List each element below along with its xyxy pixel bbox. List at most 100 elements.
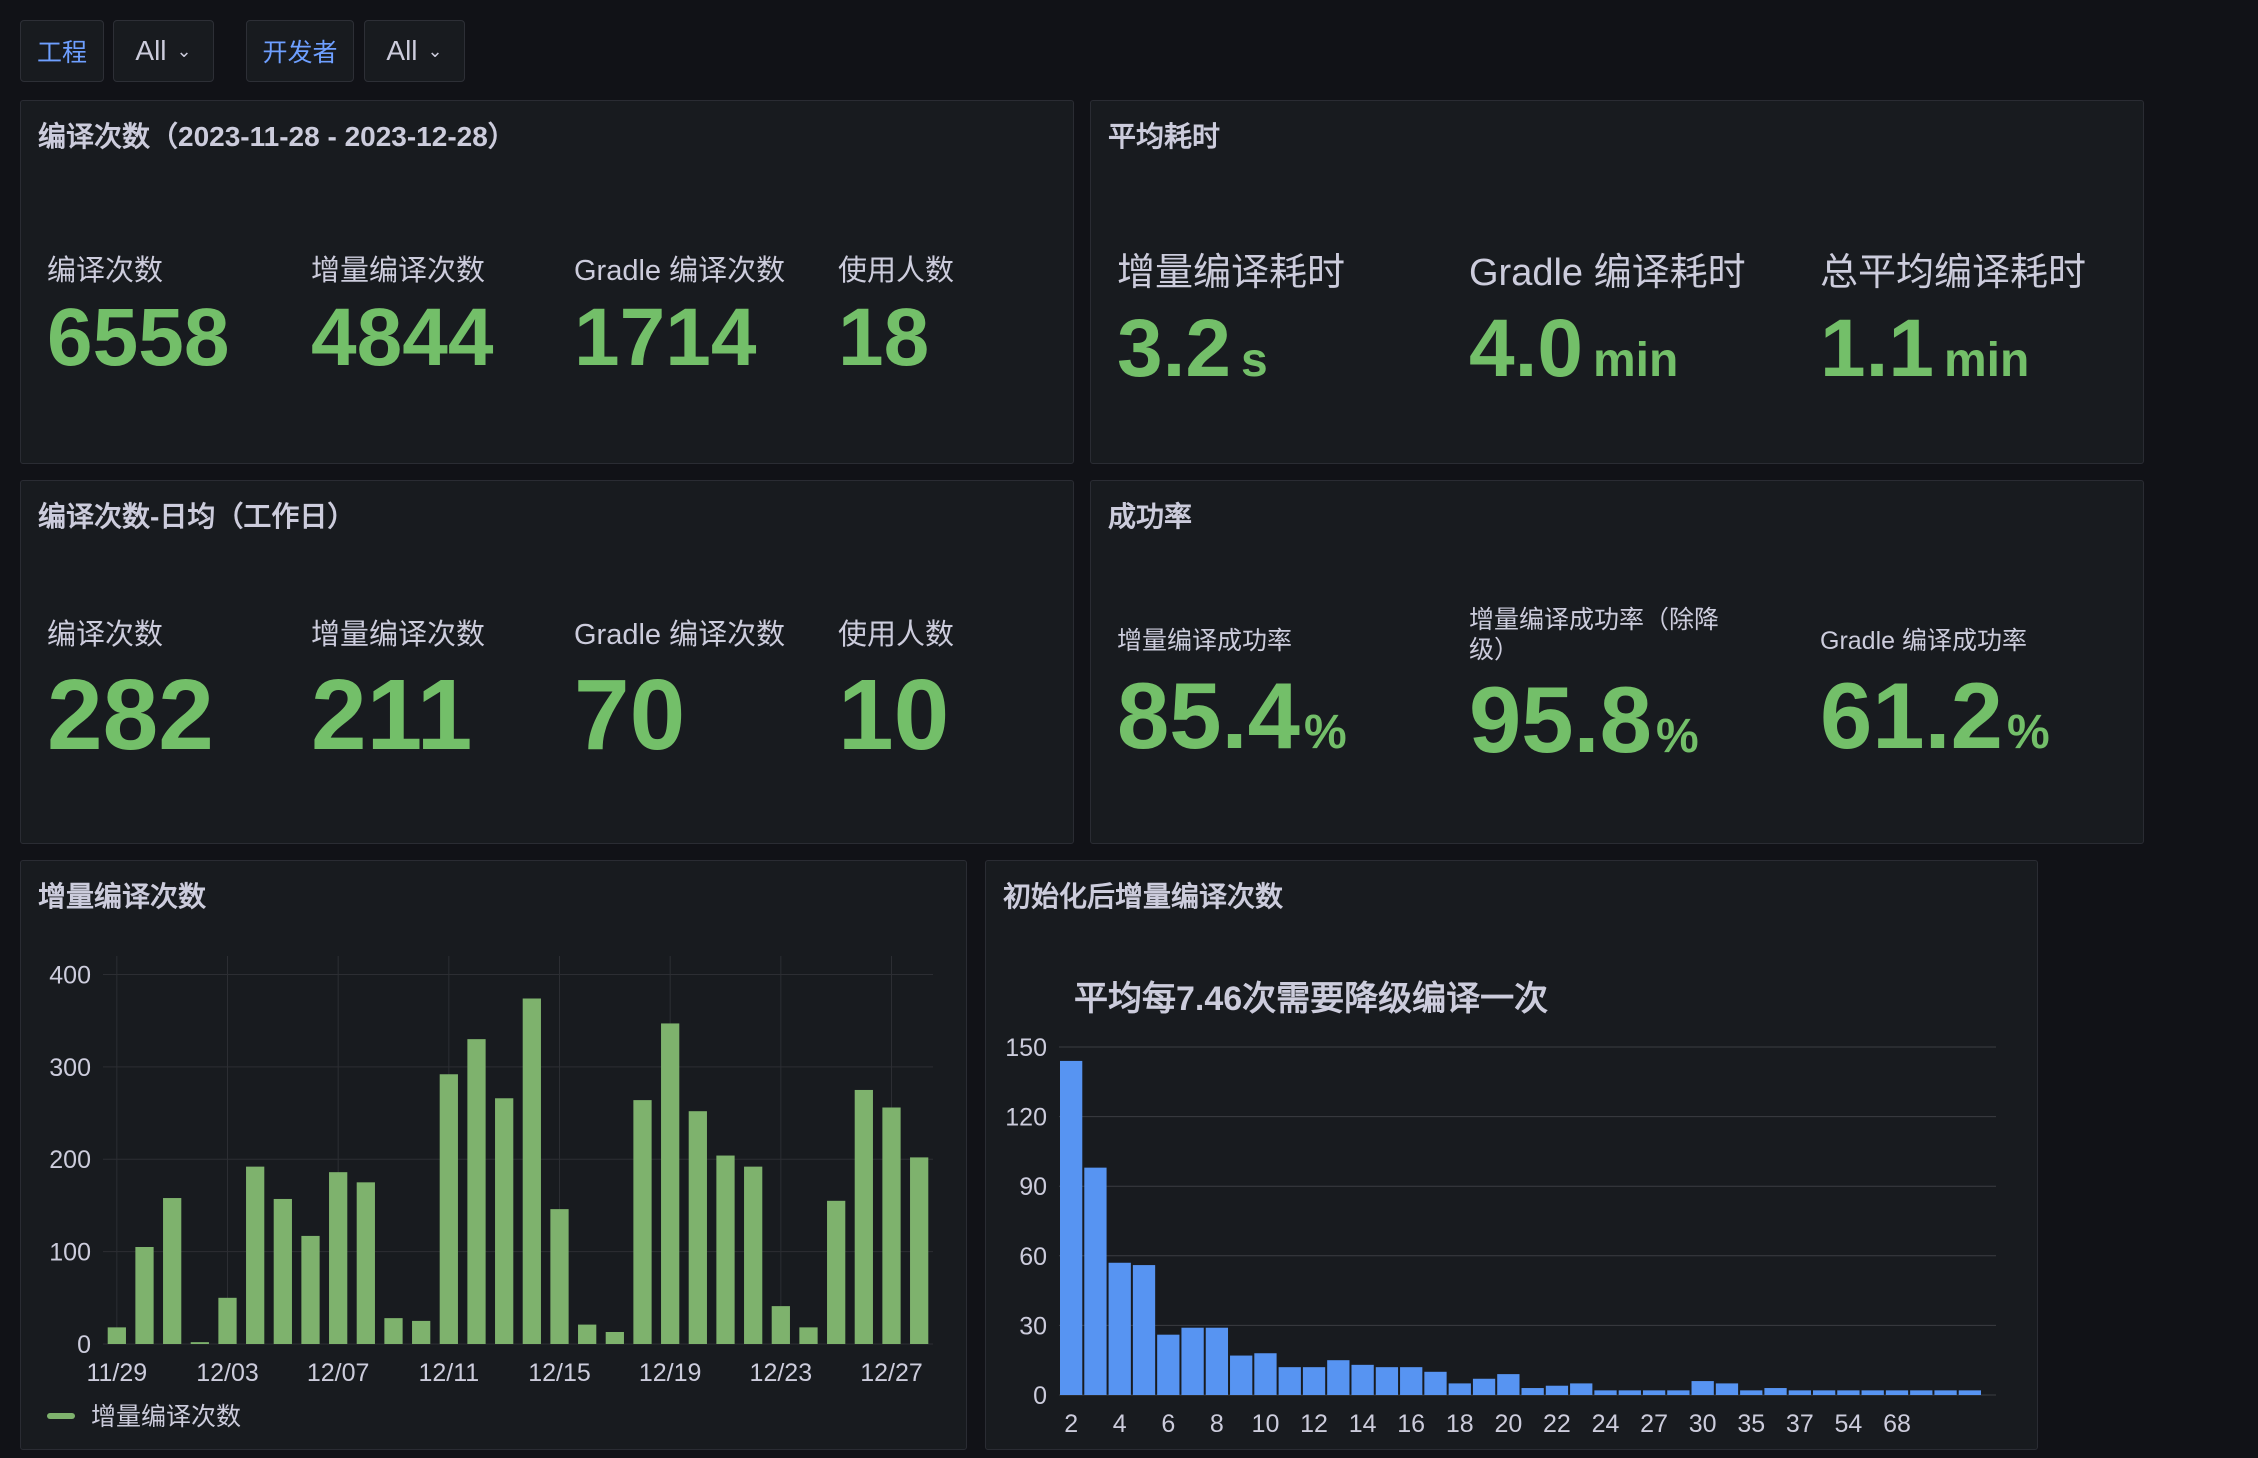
x-tick-label: 12/11 <box>418 1359 479 1387</box>
x-tick-label: 14 <box>1349 1410 1377 1438</box>
stat-label: 编译次数 <box>47 255 164 287</box>
build-count-panel[interactable]: 编译次数（2023-11-28 - 2023-12-28） 编译次数 6558 … <box>20 100 1074 464</box>
histogram-bar <box>1618 1390 1641 1395</box>
stat-value: 4.0 min <box>1469 303 1679 394</box>
histogram-bar <box>1497 1374 1520 1395</box>
x-tick-label: 4 <box>1113 1410 1127 1438</box>
histogram-bar <box>1812 1390 1836 1395</box>
stat-gradle-count: Gradle 编译次数 1714 <box>574 247 785 379</box>
stat-user-count: 使用人数 18 <box>838 247 954 379</box>
histogram-bar <box>1060 1060 1083 1395</box>
legend-label: 增量编译次数 <box>91 1403 241 1431</box>
bar <box>744 1166 763 1344</box>
histogram-bar <box>1448 1383 1471 1395</box>
histogram-bar <box>1934 1390 1957 1395</box>
legend-swatch <box>47 1413 75 1419</box>
stat-value: 4844 <box>311 292 494 383</box>
histogram-bar <box>1084 1167 1107 1395</box>
chevron-down-icon: ⌄ <box>176 40 192 61</box>
histogram-chart[interactable]: 平均每7.46次需要降级编译一次03060901201502 4 6 8 10 12 14 1… <box>986 861 2038 1450</box>
stat-value: 6558 <box>47 292 230 383</box>
histogram-bar <box>1424 1371 1447 1395</box>
project-select[interactable]: All ⌄ <box>113 20 214 82</box>
bar <box>218 1297 237 1344</box>
stat-label: 增量编译次数 <box>311 255 486 287</box>
x-tick-label: 12/27 <box>860 1359 923 1387</box>
stat-unit: % <box>1655 710 1699 763</box>
stat-value: 211 <box>311 659 473 771</box>
stat-daily-gradle-count: Gradle 编译次数 70 <box>574 611 785 765</box>
filter-label-developer: 开发者 <box>246 20 354 82</box>
stat-label: Gradle 编译次数 <box>574 619 786 651</box>
bar <box>550 1209 569 1344</box>
x-tick-label: 35 <box>1737 1410 1765 1438</box>
bar <box>495 1098 514 1344</box>
histogram-bar <box>1181 1327 1204 1395</box>
histogram-bar <box>1230 1355 1253 1395</box>
success-rate-panel[interactable]: 成功率 增量编译成功率 85.4% 增量编译成功率（除降级） 95.8% Gra… <box>1090 480 2144 844</box>
stat-unit: s <box>1241 334 1268 387</box>
bar <box>356 1182 375 1344</box>
histogram-bar <box>1375 1367 1399 1395</box>
histogram-bar <box>1837 1390 1860 1395</box>
x-tick-label: 30 <box>1689 1410 1717 1438</box>
avg-time-panel[interactable]: 平均耗时 增量编译耗时 3.2 s Gradle 编译耗时 4.0 min 总平均编… <box>1090 100 2144 464</box>
bar <box>827 1200 846 1344</box>
y-tick-label: 120 <box>1005 1104 1047 1132</box>
stat-value: 282 <box>47 659 214 771</box>
post-init-chart-panel[interactable]: 初始化后增量编译次数 平均每7.46次需要降级编译一次 0 30 60 90 120 150… <box>985 860 2038 1450</box>
histogram-bar <box>1642 1390 1666 1395</box>
stat-incremental-time: 增量编译耗时 3.2 s <box>1117 241 1345 390</box>
y-tick-label: 100 <box>49 1239 91 1267</box>
histogram-bar <box>1108 1262 1131 1395</box>
stat-label: Gradle 编译成功率 <box>1820 627 2027 655</box>
bar <box>163 1198 182 1344</box>
stat-label: Gradle 编译耗时 <box>1469 252 1746 294</box>
bar <box>771 1306 790 1344</box>
daily-avg-panel[interactable]: 编译次数-日均（工作日） 编译次数 282 增量编译次数 211 Gradle … <box>20 480 1074 844</box>
stat-label: 增量编译成功率（除降级） <box>1469 606 1720 664</box>
bar <box>439 1074 458 1344</box>
x-tick-label: 22 <box>1543 1410 1571 1438</box>
bar <box>412 1320 431 1344</box>
incremental-chart-panel[interactable]: 增量编译次数 0 100 200 300 400 11/29 12/03 12/07 12/11… <box>20 860 967 1450</box>
stat-daily-build-count: 编译次数 282 <box>47 611 214 765</box>
panel-title: 平均耗时 <box>1108 121 1221 152</box>
y-tick-label: 150 <box>1005 1034 1047 1062</box>
bar <box>135 1247 154 1344</box>
bar <box>633 1100 652 1344</box>
x-tick-label: 12/19 <box>639 1359 702 1387</box>
stat-value: 85.4% <box>1117 663 1347 768</box>
stat-value: 18 <box>838 292 930 383</box>
stat-label: 增量编译成功率 <box>1117 627 1293 655</box>
stat-total-avg-time: 总平均编译耗时 1.1 min <box>1820 241 2086 390</box>
histogram-bar <box>1327 1360 1350 1395</box>
stat-value: 1714 <box>574 292 757 383</box>
bar <box>688 1111 707 1344</box>
stat-label: 总平均编译耗时 <box>1820 252 2087 294</box>
bar <box>273 1198 292 1344</box>
bar <box>661 1023 680 1344</box>
bar <box>799 1327 818 1344</box>
y-tick-label: 0 <box>77 1331 91 1359</box>
stat-label: 增量编译次数 <box>311 619 486 651</box>
histogram-bar <box>1351 1364 1374 1395</box>
developer-select[interactable]: All ⌄ <box>364 20 465 82</box>
stat-label: 编译次数 <box>47 619 164 651</box>
stat-unit: min <box>1593 334 1679 387</box>
histogram-bar <box>1157 1334 1180 1395</box>
bar <box>246 1166 265 1344</box>
stat-gradle-success-rate: Gradle 编译成功率 61.2% <box>1820 621 2050 763</box>
x-tick-label: 68 <box>1883 1410 1911 1438</box>
histogram-bar <box>1132 1265 1156 1395</box>
stat-unit: % <box>1303 706 1347 759</box>
incremental-bar-chart[interactable]: 0 100 200 300 400 11/29 12/03 12/07 12/11 12/15 12… <box>21 861 967 1450</box>
stat-label: 使用人数 <box>838 255 955 287</box>
histogram-bar <box>1740 1390 1763 1395</box>
chevron-down-icon: ⌄ <box>427 40 443 61</box>
x-tick-label: 12/03 <box>196 1359 259 1387</box>
panel-title: 成功率 <box>1108 501 1193 532</box>
histogram-bar <box>1594 1390 1617 1395</box>
x-tick-label: 37 <box>1786 1410 1814 1438</box>
y-tick-label: 0 <box>1033 1382 1047 1410</box>
